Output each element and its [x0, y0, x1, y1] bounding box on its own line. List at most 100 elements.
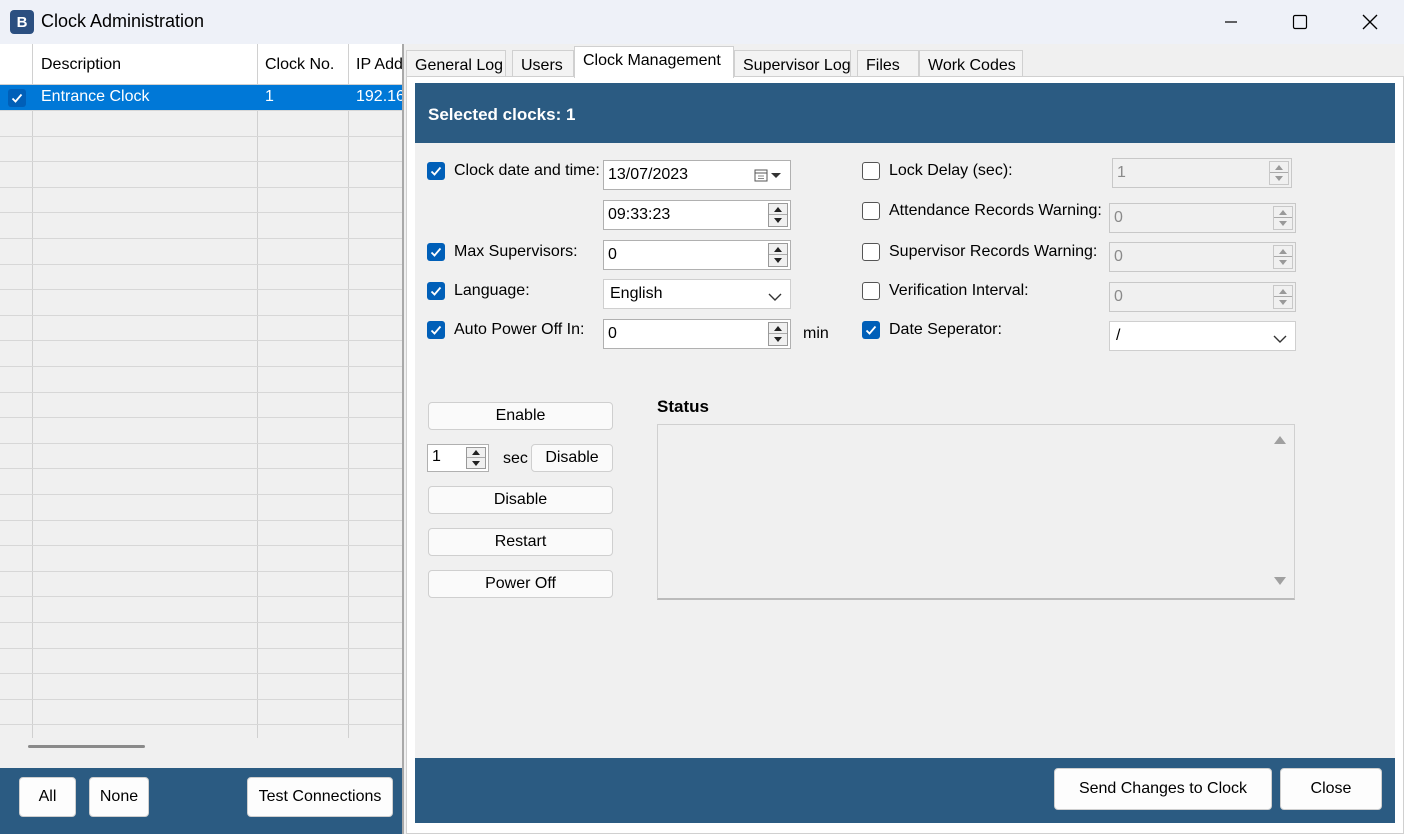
table-row[interactable]: Entrance Clock 1 192.16 [0, 85, 402, 110]
verification-interval-value: 0 [1114, 288, 1123, 305]
tab-clock-management[interactable]: Clock Management [574, 46, 734, 78]
spinner-up-icon[interactable] [467, 448, 485, 458]
attendance-warning-value: 0 [1114, 209, 1123, 226]
minimize-icon [1225, 21, 1237, 23]
tab-general-log[interactable]: General Log [406, 50, 506, 78]
select-none-button[interactable]: None [89, 777, 149, 817]
supervisor-warning-checkbox[interactable] [862, 243, 880, 261]
disable-button[interactable]: Disable [428, 486, 613, 514]
horizontal-scrollbar[interactable] [0, 738, 402, 768]
grid-row-divider [0, 622, 402, 623]
test-connections-button[interactable]: Test Connections [247, 777, 393, 817]
clock-time-value: 09:33:23 [608, 206, 671, 223]
spinner-down-icon[interactable] [769, 255, 787, 266]
minimize-button[interactable] [1196, 0, 1266, 44]
enable-button[interactable]: Enable [428, 402, 613, 430]
status-log[interactable] [657, 424, 1295, 600]
grid-row-divider [0, 724, 402, 725]
tab-work-codes[interactable]: Work Codes [919, 50, 1023, 78]
tab-files[interactable]: Files [857, 50, 919, 78]
row-checkbox[interactable] [8, 89, 26, 109]
spinner-down-icon[interactable] [467, 458, 485, 468]
checkmark-icon [430, 166, 442, 176]
checkmark-icon [11, 93, 23, 103]
verification-interval-spinner[interactable] [1273, 285, 1293, 309]
timed-disable-button[interactable]: Disable [531, 444, 613, 472]
auto-power-off-unit: min [803, 325, 829, 342]
attendance-warning-label: Attendance Records Warning: [889, 202, 1102, 219]
close-button[interactable]: Close [1280, 768, 1382, 810]
column-header-ip[interactable]: IP Add [356, 56, 402, 74]
send-changes-button[interactable]: Send Changes to Clock [1054, 768, 1272, 810]
auto-power-off-checkbox[interactable] [427, 321, 445, 339]
max-supervisors-checkbox[interactable] [427, 243, 445, 261]
verification-interval-checkbox[interactable] [862, 282, 880, 300]
lock-delay-input[interactable]: 1 [1112, 158, 1292, 188]
timed-disable-seconds-input[interactable]: 1 [427, 444, 489, 472]
supervisor-warning-input[interactable]: 0 [1109, 242, 1296, 272]
clock-grid[interactable]: Description Clock No. IP Add Entrance Cl… [0, 44, 402, 738]
language-select[interactable]: English [603, 279, 791, 309]
clock-list-panel: Description Clock No. IP Add Entrance Cl… [0, 44, 404, 834]
date-separator-checkbox[interactable] [862, 321, 880, 339]
spinner-down-icon[interactable] [1270, 173, 1288, 184]
lock-delay-spinner[interactable] [1269, 161, 1289, 185]
grid-row-divider [0, 110, 402, 111]
spinner-down-icon[interactable] [1274, 218, 1292, 229]
row-ip: 192.16 [356, 88, 402, 105]
grid-row-divider [0, 417, 402, 418]
scrollbar-thumb[interactable] [28, 745, 145, 748]
attendance-warning-checkbox[interactable] [862, 202, 880, 220]
date-separator-dropdown[interactable] [1273, 331, 1287, 349]
grid-row-divider [0, 673, 402, 674]
supervisor-warning-spinner[interactable] [1273, 245, 1293, 269]
max-supervisors-spinner[interactable] [768, 243, 788, 267]
spinner-down-icon[interactable] [1274, 257, 1292, 268]
grid-row-divider [0, 340, 402, 341]
date-separator-select[interactable]: / [1109, 321, 1296, 351]
auto-power-off-input[interactable]: 0 [603, 319, 791, 349]
attendance-warning-input[interactable]: 0 [1109, 203, 1296, 233]
clock-datetime-checkbox[interactable] [427, 162, 445, 180]
lock-delay-checkbox[interactable] [862, 162, 880, 180]
lock-delay-label: Lock Delay (sec): [889, 162, 1013, 179]
spinner-up-icon[interactable] [1274, 286, 1292, 297]
time-spinner[interactable] [768, 203, 788, 227]
grid-row-divider [0, 648, 402, 649]
tab-supervisor-log[interactable]: Supervisor Log [734, 50, 851, 78]
power-off-button[interactable]: Power Off [428, 570, 613, 598]
attendance-warning-spinner[interactable] [1273, 206, 1293, 230]
row-description: Entrance Clock [41, 88, 150, 105]
language-checkbox[interactable] [427, 282, 445, 300]
window-title: Clock Administration [41, 11, 205, 31]
spinner-down-icon[interactable] [769, 215, 787, 226]
checkmark-icon [430, 286, 442, 296]
auto-power-off-spinner[interactable] [768, 322, 788, 346]
tab-users[interactable]: Users [512, 50, 574, 78]
status-title: Status [657, 397, 709, 416]
timed-disable-spinner[interactable] [466, 447, 486, 469]
maximize-button[interactable] [1265, 0, 1335, 44]
calendar-dropdown[interactable] [754, 167, 784, 188]
spinner-up-icon[interactable] [1270, 162, 1288, 173]
restart-button[interactable]: Restart [428, 528, 613, 556]
spinner-up-icon[interactable] [769, 204, 787, 215]
scroll-down-icon[interactable] [1274, 572, 1286, 590]
grid-row-divider [0, 699, 402, 700]
spinner-down-icon[interactable] [769, 334, 787, 345]
select-all-button[interactable]: All [19, 777, 76, 817]
window-close-button[interactable] [1335, 0, 1404, 44]
clock-time-input[interactable]: 09:33:23 [603, 200, 791, 230]
spinner-up-icon[interactable] [769, 244, 787, 255]
clock-date-picker[interactable]: 13/07/2023 [603, 160, 791, 190]
language-dropdown[interactable] [768, 289, 782, 307]
spinner-up-icon[interactable] [769, 323, 787, 334]
spinner-up-icon[interactable] [1274, 246, 1292, 257]
verification-interval-input[interactable]: 0 [1109, 282, 1296, 312]
scroll-up-icon[interactable] [1274, 431, 1286, 449]
spinner-up-icon[interactable] [1274, 207, 1292, 218]
auto-power-off-value: 0 [608, 325, 617, 342]
grid-row-divider [0, 596, 402, 597]
spinner-down-icon[interactable] [1274, 297, 1292, 308]
max-supervisors-input[interactable]: 0 [603, 240, 791, 270]
